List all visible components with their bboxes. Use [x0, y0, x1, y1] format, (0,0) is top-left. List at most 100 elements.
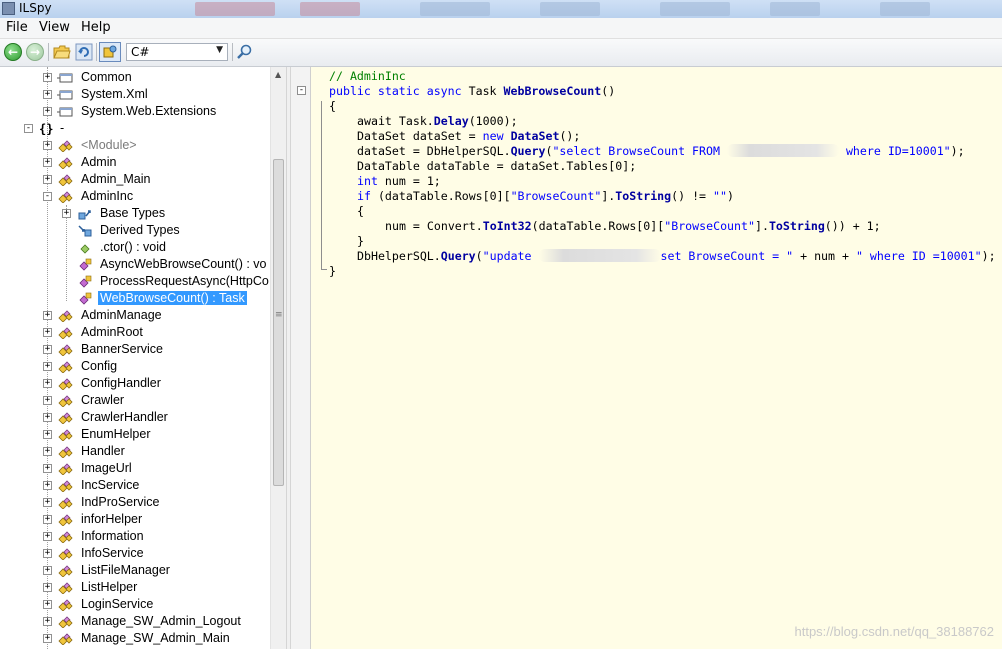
expand-icon[interactable]: +: [43, 141, 52, 150]
tree-node-label: Information: [81, 529, 144, 543]
class-icon: [57, 343, 73, 357]
code-line-int: int num = 1;: [357, 174, 441, 188]
expand-icon[interactable]: +: [43, 515, 52, 524]
taskbar-blur: [540, 2, 600, 16]
class-icon: [57, 564, 73, 578]
expand-icon[interactable]: +: [43, 549, 52, 558]
expand-icon[interactable]: +: [43, 447, 52, 456]
expand-icon[interactable]: +: [43, 73, 52, 82]
tree-node[interactable]: + BannerService: [0, 341, 286, 358]
expand-icon[interactable]: +: [43, 600, 52, 609]
tree-node-label: EnumHelper: [81, 427, 151, 441]
tree-node[interactable]: + ImageUrl: [0, 460, 286, 477]
expand-icon[interactable]: +: [43, 158, 52, 167]
forward-button[interactable]: →: [26, 43, 44, 61]
menu-bar: File View Help: [0, 18, 1002, 39]
expand-icon[interactable]: +: [43, 430, 52, 439]
tree-scrollbar[interactable]: ▲ ≡: [270, 67, 286, 649]
tree-node-label: AdminRoot: [81, 325, 143, 339]
tree-node[interactable]: + inforHelper: [0, 511, 286, 528]
expand-icon[interactable]: +: [43, 634, 52, 643]
expand-icon[interactable]: +: [43, 566, 52, 575]
tree-node[interactable]: + ListFileManager: [0, 562, 286, 579]
show-internal-api-icon[interactable]: [99, 42, 121, 62]
tree-node[interactable]: + ListHelper: [0, 579, 286, 596]
tree-node-label: Common: [81, 70, 132, 84]
expand-icon[interactable]: +: [43, 532, 52, 541]
expand-icon[interactable]: +: [43, 413, 52, 422]
tree-node[interactable]: + Admin_Main: [0, 171, 286, 188]
search-icon[interactable]: [236, 43, 254, 61]
tree-node[interactable]: -{} -: [0, 120, 286, 137]
expand-icon[interactable]: +: [43, 379, 52, 388]
menu-view[interactable]: View: [39, 20, 70, 35]
expand-icon[interactable]: +: [43, 396, 52, 405]
tree-node[interactable]: Derived Types: [0, 222, 286, 239]
tree-node[interactable]: + Crawler: [0, 392, 286, 409]
tree-node[interactable]: + Admin: [0, 154, 286, 171]
tree-node[interactable]: + InfoService: [0, 545, 286, 562]
tree-node[interactable]: + IncService: [0, 477, 286, 494]
tree-node[interactable]: + LoginService: [0, 596, 286, 613]
tree-node[interactable]: ProcessRequestAsync(HttpCo: [0, 273, 286, 290]
open-folder-icon[interactable]: [53, 43, 71, 61]
tree-node[interactable]: + Information: [0, 528, 286, 545]
fold-toggle-icon[interactable]: -: [297, 86, 306, 95]
tree-node[interactable]: + Common: [0, 69, 286, 86]
assembly-tree[interactable]: + Common + System.Xml + System.Web.Extensions…: [0, 67, 286, 649]
tree-node[interactable]: + Manage_SW_Admin_Main: [0, 630, 286, 647]
expand-icon[interactable]: +: [43, 583, 52, 592]
tree-node[interactable]: + ConfigHandler: [0, 375, 286, 392]
expand-icon[interactable]: +: [43, 617, 52, 626]
tree-node[interactable]: + <Module>: [0, 137, 286, 154]
expand-icon[interactable]: +: [43, 90, 52, 99]
tree-node[interactable]: + Manage_SW_Admin_Logout: [0, 613, 286, 630]
tree-node[interactable]: + System.Xml: [0, 86, 286, 103]
base-types-icon: [77, 207, 93, 220]
expand-icon[interactable]: +: [43, 481, 52, 490]
tree-node[interactable]: + CrawlerHandler: [0, 409, 286, 426]
reference-icon: [57, 105, 73, 118]
menu-file[interactable]: File: [6, 20, 28, 35]
back-button[interactable]: ←: [4, 43, 22, 61]
scroll-up-icon[interactable]: ▲: [275, 70, 281, 79]
collapse-icon[interactable]: -: [24, 124, 33, 133]
expand-icon[interactable]: +: [62, 209, 71, 218]
expand-icon[interactable]: +: [43, 311, 52, 320]
reload-icon[interactable]: [75, 43, 93, 61]
decompiled-code-view[interactable]: - // AdminInc public static async Task W…: [291, 67, 1002, 649]
expand-icon[interactable]: +: [43, 464, 52, 473]
tree-node-label: Admin_Main: [81, 172, 151, 186]
tree-node[interactable]: + EnumHelper: [0, 426, 286, 443]
scrollbar-thumb[interactable]: ≡: [273, 159, 284, 486]
expand-icon[interactable]: +: [43, 328, 52, 337]
tree-node[interactable]: + Base Types: [0, 205, 286, 222]
tree-node[interactable]: AsyncWebBrowseCount() : vo: [0, 256, 286, 273]
expand-icon[interactable]: +: [43, 175, 52, 184]
tree-node[interactable]: - AdminInc: [0, 188, 286, 205]
tree-node[interactable]: + IndProService: [0, 494, 286, 511]
tree-node[interactable]: WebBrowseCount() : Task: [0, 290, 286, 307]
tree-node-label: LoginService: [81, 597, 154, 611]
tree-node[interactable]: + AdminManage: [0, 307, 286, 324]
code-line-comment: // AdminInc: [329, 69, 406, 83]
tree-node[interactable]: + Config: [0, 358, 286, 375]
taskbar-blur: [770, 2, 820, 16]
tree-node-label: inforHelper: [81, 512, 143, 526]
collapse-icon[interactable]: -: [43, 192, 52, 201]
code-line-dataset: DataSet dataSet = new DataSet();: [357, 129, 581, 143]
class-icon: [57, 139, 73, 153]
tree-node[interactable]: + Handler: [0, 443, 286, 460]
tree-node[interactable]: .ctor() : void: [0, 239, 286, 256]
expand-icon[interactable]: +: [43, 362, 52, 371]
menu-help[interactable]: Help: [81, 20, 111, 35]
language-select[interactable]: C# ▼: [126, 43, 228, 61]
tree-node[interactable]: + AdminRoot: [0, 324, 286, 341]
expand-icon[interactable]: +: [43, 498, 52, 507]
tree-node[interactable]: + System.Web.Extensions: [0, 103, 286, 120]
expand-icon[interactable]: +: [43, 107, 52, 116]
tree-node-label: Derived Types: [100, 223, 180, 237]
code-line-await: await Task.Delay(1000);: [357, 114, 518, 128]
expand-icon[interactable]: +: [43, 345, 52, 354]
taskbar-blur: [880, 2, 930, 16]
